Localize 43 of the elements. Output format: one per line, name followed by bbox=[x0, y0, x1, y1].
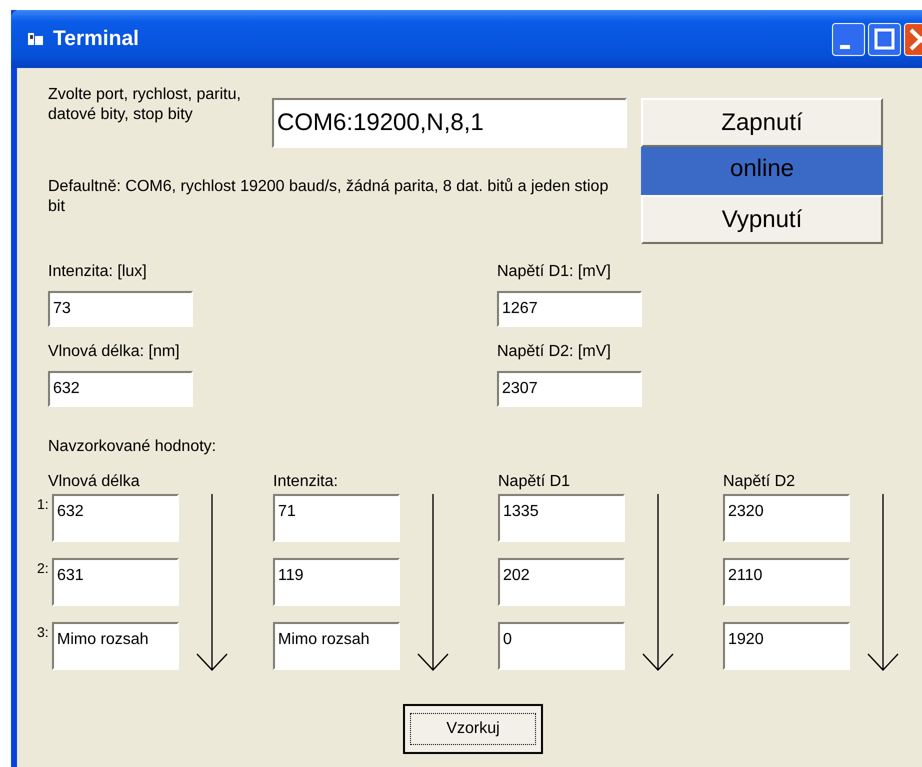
sample-field[interactable]: 119 bbox=[273, 558, 400, 606]
reading-field[interactable]: 2307 bbox=[497, 371, 642, 407]
down-arrow-icon bbox=[867, 494, 899, 672]
sample-field[interactable]: 71 bbox=[273, 494, 400, 542]
sample-field[interactable]: 632 bbox=[52, 494, 179, 542]
sample-field[interactable]: 202 bbox=[498, 558, 625, 606]
sample-field[interactable]: Mimo rozsah bbox=[52, 622, 179, 670]
column-header: Intenzita: bbox=[273, 473, 338, 490]
reading-label: Napětí D2: [mV] bbox=[497, 342, 612, 362]
sample-button[interactable]: Vzorkuj bbox=[403, 704, 543, 754]
reading-field[interactable]: 1267 bbox=[497, 291, 642, 327]
column-header: Vlnová délka bbox=[48, 473, 140, 490]
reading-label: Vlnová délka: [nm] bbox=[48, 342, 181, 362]
row-number: 1: bbox=[37, 496, 49, 512]
reading-field[interactable]: 73 bbox=[48, 291, 193, 327]
disconnect-button[interactable]: Vypnutí bbox=[641, 195, 883, 244]
sample-field[interactable]: 631 bbox=[52, 558, 179, 606]
port-prompt: Zvolte port, rychlost, paritu, datové bity, stop bity bbox=[48, 85, 242, 125]
reading-label: Intenzita: [lux] bbox=[48, 262, 148, 282]
down-arrow-icon bbox=[196, 494, 228, 672]
minimize-button[interactable] bbox=[832, 22, 865, 56]
app-icon bbox=[27, 31, 45, 47]
column-header: Napětí D2 bbox=[723, 473, 796, 490]
maximize-button[interactable] bbox=[868, 22, 901, 56]
port-settings-field[interactable]: COM6:19200,N,8,1 bbox=[272, 98, 627, 148]
sample-field[interactable]: 2110 bbox=[723, 558, 850, 606]
down-arrow-icon bbox=[417, 494, 449, 672]
sample-field[interactable]: 2320 bbox=[723, 494, 850, 542]
sample-field[interactable]: 1335 bbox=[498, 494, 625, 542]
reading-field[interactable]: 632 bbox=[48, 371, 193, 407]
reading-label: Napětí D1: [mV] bbox=[497, 262, 612, 282]
row-number: 3: bbox=[37, 624, 49, 640]
sample-field[interactable]: 1920 bbox=[723, 622, 850, 670]
column-header: Napětí D1 bbox=[498, 473, 570, 490]
connect-button[interactable]: Zapnutí bbox=[641, 98, 883, 147]
window-title: Terminal bbox=[53, 27, 139, 51]
default-note: Defaultně: COM6, rychlost 19200 baud/s, žádná parita, 8 dat. bitů a jeden stiop bit bbox=[48, 177, 610, 217]
down-arrow-icon bbox=[642, 494, 674, 672]
status-label: online bbox=[641, 147, 883, 195]
row-number: 2: bbox=[37, 560, 49, 576]
samples-title: Navzorkované hodnoty: bbox=[48, 437, 218, 457]
sample-field[interactable]: Mimo rozsah bbox=[273, 622, 400, 670]
sample-field[interactable]: 0 bbox=[498, 622, 625, 670]
